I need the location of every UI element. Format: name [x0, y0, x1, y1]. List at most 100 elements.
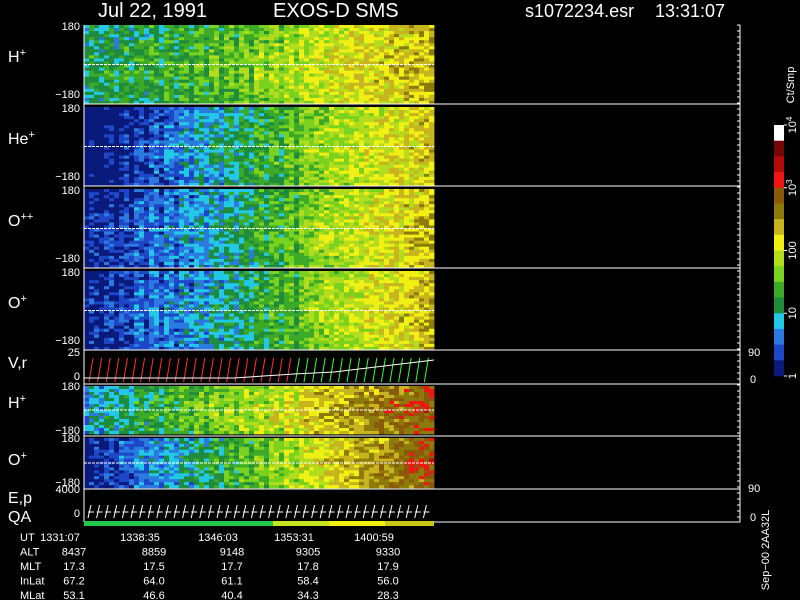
heatmap-cell [214, 176, 220, 181]
heatmap-cell [104, 146, 110, 150]
heatmap-cell [229, 149, 235, 153]
heatmap-cell [99, 94, 105, 99]
heatmap-cell [209, 46, 215, 50]
heatmap-cell [259, 176, 265, 181]
heatmap-cell [214, 43, 220, 47]
heatmap-cell [109, 25, 115, 29]
heatmap-cell [269, 107, 275, 111]
heatmap-cell [279, 249, 285, 254]
heatmap-cell [414, 125, 420, 129]
heatmap-cell [299, 116, 305, 120]
heatmap-cell [174, 234, 180, 239]
heatmap-cell [344, 40, 350, 44]
heatmap-cell [94, 243, 100, 248]
heatmap-cell [249, 55, 255, 59]
heatmap-cell [144, 40, 150, 44]
heatmap-cell [429, 122, 435, 126]
heatmap-cell [319, 137, 325, 141]
heatmap-cell [84, 170, 90, 175]
heatmap-cell [219, 52, 225, 56]
heatmap-cell [169, 173, 175, 178]
heatmap-cell [319, 228, 325, 232]
heatmap-cell [409, 134, 415, 138]
heatmap-cell [304, 37, 310, 41]
heatmap-cell [414, 122, 420, 126]
heatmap-cell [264, 255, 270, 260]
heatmap-cell [374, 134, 380, 138]
heatmap-cell [229, 155, 235, 160]
heatmap-cell [144, 64, 150, 68]
heatmap-cell [259, 131, 265, 135]
heatmap-cell [109, 113, 115, 117]
heatmap-cell [299, 216, 305, 220]
heatmap-cell [294, 131, 300, 135]
heatmap-cell [284, 201, 290, 205]
heatmap-cell [174, 152, 180, 157]
heatmap-cell [334, 170, 340, 175]
heatmap-cell [109, 49, 115, 53]
heatmap-cell [129, 189, 135, 193]
heatmap-cell [229, 228, 235, 232]
heatmap-cell [264, 252, 270, 257]
heatmap-cell [114, 55, 120, 59]
heatmap-cell [124, 119, 130, 123]
heatmap-cell [329, 161, 335, 166]
heatmap-cell [104, 179, 110, 184]
heatmap-cell [399, 116, 405, 120]
heatmap-cell [239, 213, 245, 217]
heatmap-cell [319, 119, 325, 123]
heatmap-cell [274, 222, 280, 226]
heatmap-cell [104, 173, 110, 178]
heatmap-cell [274, 88, 280, 93]
heatmap-cell [254, 258, 260, 263]
heatmap-cell [184, 85, 190, 90]
heatmap-cell [314, 64, 320, 68]
heatmap-cell [179, 28, 185, 32]
heatmap-cell [219, 40, 225, 44]
heatmap-cell [279, 149, 285, 153]
heatmap-cell [204, 213, 210, 217]
heatmap-cell [189, 173, 195, 178]
heatmap-cell [314, 204, 320, 208]
heatmap-cell [359, 31, 365, 35]
heatmap-cell [164, 189, 170, 193]
heatmap-cell [209, 252, 215, 257]
heatmap-cell [179, 237, 185, 242]
heatmap-cell [394, 67, 400, 71]
heatmap-cell [99, 216, 105, 220]
heatmap-cell [129, 204, 135, 208]
heatmap-cell [109, 152, 115, 157]
heatmap-cell [159, 128, 165, 132]
heatmap-cell [234, 91, 240, 96]
heatmap-cell [169, 85, 175, 90]
heatmap-cell [254, 255, 260, 260]
heatmap-cell [239, 107, 245, 111]
heatmap-cell [389, 58, 395, 62]
heatmap-cell [384, 49, 390, 53]
heatmap-cell [389, 110, 395, 114]
heatmap-cell [319, 155, 325, 160]
heatmap-cell [89, 216, 95, 220]
heatmap-cell [164, 152, 170, 157]
heatmap-cell [124, 192, 130, 196]
heatmap-cell [289, 152, 295, 157]
heatmap-cell [139, 161, 145, 166]
heatmap-cell [94, 91, 100, 96]
heatmap-cell [234, 155, 240, 160]
heatmap-cell [189, 97, 195, 102]
heatmap-cell [114, 152, 120, 157]
heatmap-cell [99, 246, 105, 251]
heatmap-cell [369, 73, 375, 78]
heatmap-cell [169, 88, 175, 93]
heatmap-cell [149, 46, 155, 50]
heatmap-cell [114, 64, 120, 68]
heatmap-cell [379, 173, 385, 178]
heatmap-cell [219, 128, 225, 132]
heatmap-cell [114, 58, 120, 62]
heatmap-cell [294, 82, 300, 87]
heatmap-cell [379, 167, 385, 172]
heatmap-cell [159, 49, 165, 53]
heatmap-cell [124, 88, 130, 93]
heatmap-cell [299, 46, 305, 50]
heatmap-cell [359, 119, 365, 123]
